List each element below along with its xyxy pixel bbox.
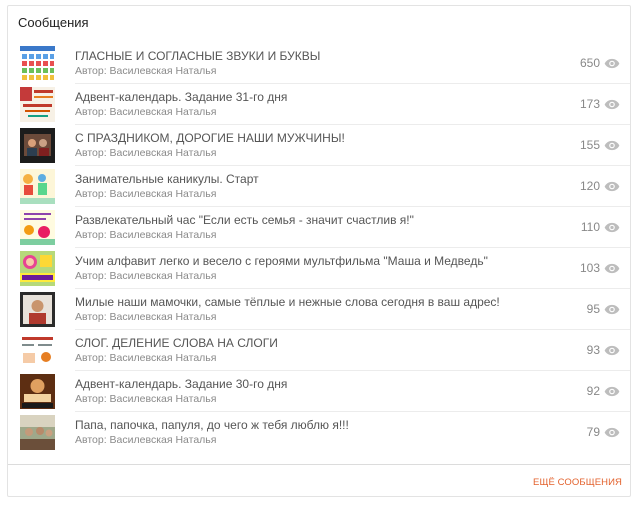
eye-icon xyxy=(604,427,620,438)
post-title-link[interactable]: Развлекательный час "Если есть семья - з… xyxy=(75,213,414,227)
view-count: 110 xyxy=(580,220,600,234)
messages-panel: Сообщения ГЛАСНЫЕ И СОГЛАСНЫЕ ЗВУКИ И БУ… xyxy=(7,5,631,497)
post-title-link[interactable]: Занимательные каникулы. Старт xyxy=(75,172,259,186)
panel-title: Сообщения xyxy=(18,15,89,30)
view-count: 95 xyxy=(586,302,600,316)
post-author: Автор: Василевская Наталья xyxy=(75,65,217,77)
eye-icon xyxy=(604,304,620,315)
list-item[interactable]: СЛОГ. ДЕЛЕНИЕ СЛОВА НА СЛОГИ Автор: Васи… xyxy=(8,330,630,371)
view-count: 650 xyxy=(579,56,600,70)
post-thumbnail[interactable] xyxy=(20,210,55,245)
post-thumbnail[interactable] xyxy=(20,333,55,368)
eye-icon xyxy=(604,140,620,151)
list-item[interactable]: ГЛАСНЫЕ И СОГЛАСНЫЕ ЗВУКИ И БУКВЫ Автор:… xyxy=(8,43,630,84)
view-count: 120 xyxy=(579,179,600,193)
eye-icon xyxy=(604,222,620,233)
post-title-link[interactable]: Адвент-календарь. Задание 30-го дня xyxy=(75,377,287,391)
post-thumbnail[interactable] xyxy=(20,46,55,81)
post-thumbnail[interactable] xyxy=(20,292,55,327)
more-messages-link[interactable]: ЕЩЁ СООБЩЕНИЯ xyxy=(533,477,622,488)
post-author: Автор: Василевская Наталья xyxy=(75,270,217,282)
post-title-link[interactable]: ГЛАСНЫЕ И СОГЛАСНЫЕ ЗВУКИ И БУКВЫ xyxy=(75,49,320,63)
post-title-link[interactable]: Учим алфавит легко и весело с героями му… xyxy=(75,254,488,268)
post-title-link[interactable]: С ПРАЗДНИКОМ, ДОРОГИЕ НАШИ МУЖЧИНЫ! xyxy=(75,131,345,145)
list-item[interactable]: Милые наши мамочки, самые тёплые и нежны… xyxy=(8,289,630,330)
view-count: 92 xyxy=(586,384,600,398)
view-count: 79 xyxy=(586,425,600,439)
messages-list: ГЛАСНЫЕ И СОГЛАСНЫЕ ЗВУКИ И БУКВЫ Автор:… xyxy=(8,43,630,453)
footer-divider xyxy=(8,464,630,465)
eye-icon xyxy=(604,345,620,356)
post-author: Автор: Василевская Наталья xyxy=(75,229,217,241)
eye-icon xyxy=(604,263,620,274)
post-title-link[interactable]: СЛОГ. ДЕЛЕНИЕ СЛОВА НА СЛОГИ xyxy=(75,336,278,350)
post-author: Автор: Василевская Наталья xyxy=(75,106,217,118)
eye-icon xyxy=(604,181,620,192)
eye-icon xyxy=(604,99,620,110)
view-count: 103 xyxy=(579,261,600,275)
post-thumbnail[interactable] xyxy=(20,169,55,204)
post-title-link[interactable]: Папа, папочка, папуля, до чего ж тебя лю… xyxy=(75,418,349,432)
post-author: Автор: Василевская Наталья xyxy=(75,352,217,364)
post-thumbnail[interactable] xyxy=(20,128,55,163)
post-thumbnail[interactable] xyxy=(20,415,55,450)
list-item[interactable]: Учим алфавит легко и весело с героями му… xyxy=(8,248,630,289)
list-item[interactable]: Развлекательный час "Если есть семья - з… xyxy=(8,207,630,248)
view-count: 155 xyxy=(579,138,600,152)
post-author: Автор: Василевская Наталья xyxy=(75,393,217,405)
post-title-link[interactable]: Милые наши мамочки, самые тёплые и нежны… xyxy=(75,295,500,309)
post-author: Автор: Василевская Наталья xyxy=(75,188,217,200)
eye-icon xyxy=(604,386,620,397)
view-count: 173 xyxy=(579,97,600,111)
list-item[interactable]: Адвент-календарь. Задание 31-го дня Авто… xyxy=(8,84,630,125)
post-author: Автор: Василевская Наталья xyxy=(75,147,217,159)
list-item[interactable]: Папа, папочка, папуля, до чего ж тебя лю… xyxy=(8,412,630,453)
list-item[interactable]: С ПРАЗДНИКОМ, ДОРОГИЕ НАШИ МУЖЧИНЫ! Авто… xyxy=(8,125,630,166)
post-thumbnail[interactable] xyxy=(20,251,55,286)
post-author: Автор: Василевская Наталья xyxy=(75,434,217,446)
post-thumbnail[interactable] xyxy=(20,374,55,409)
post-author: Автор: Василевская Наталья xyxy=(75,311,217,323)
list-item[interactable]: Адвент-календарь. Задание 30-го дня Авто… xyxy=(8,371,630,412)
eye-icon xyxy=(604,58,620,69)
list-item[interactable]: Занимательные каникулы. Старт Автор: Вас… xyxy=(8,166,630,207)
post-title-link[interactable]: Адвент-календарь. Задание 31-го дня xyxy=(75,90,287,104)
post-thumbnail[interactable] xyxy=(20,87,55,122)
view-count: 93 xyxy=(586,343,600,357)
